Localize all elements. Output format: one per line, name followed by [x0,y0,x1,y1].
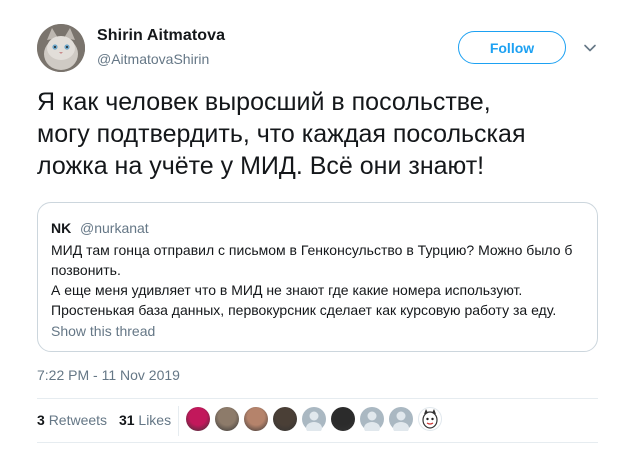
quoted-author-name: NK [51,220,72,236]
retweets-label: Retweets [48,412,108,428]
author-name[interactable]: Shirin Aitmatova [97,27,225,45]
quoted-author-handle: @nurkanat [80,220,149,236]
follow-button[interactable]: Follow [458,31,566,64]
author-handle[interactable]: @AitmatovaShirin [97,51,209,67]
stats-divider [178,406,179,436]
show-thread-link[interactable]: Show this thread [51,323,155,339]
liker-4-avatar[interactable] [273,407,297,431]
liker-9-avatar[interactable] [418,407,442,431]
quoted-line: МИД там гонца отправил с письмом в Генко… [51,242,573,258]
retweets-count: 3 [37,412,45,428]
tweet-line: ложка на учёте у МИД. Всё они знают! [37,152,485,180]
quoted-line: Простенькая база данных, первокурсник сд… [51,302,557,318]
chevron-down-icon[interactable] [582,40,598,56]
tweet-line: Я как человек выросший в посольстве, [37,88,491,116]
quoted-tweet-text: МИД там гонца отправил с письмом в Генко… [51,240,586,320]
divider [37,442,598,443]
quoted-line: позвонить. [51,262,121,278]
divider [37,398,598,399]
tweet-text: Я как человек выросший в посольстве, мог… [37,86,607,182]
retweets-link[interactable]: 3 Retweets [37,412,107,428]
quoted-line: А еще меня удивляет что в МИД не знают г… [51,282,523,298]
liker-1-avatar[interactable] [186,407,210,431]
liker-5-avatar[interactable] [302,407,326,434]
author-avatar[interactable] [37,24,85,72]
likes-link[interactable]: 31 Likes [119,412,171,428]
likes-count: 31 [118,412,135,428]
liker-8-avatar[interactable] [389,407,413,434]
cat-avatar-icon [37,24,85,72]
liker-2-avatar[interactable] [215,407,239,431]
tweet-timestamp[interactable]: 7:22 PM - 11 Nov 2019 [37,367,180,383]
liker-3-avatar[interactable] [244,407,268,431]
liker-6-avatar[interactable] [331,407,355,431]
liker-7-avatar[interactable] [360,407,384,434]
engagement-stats: 3 Retweets 31 Likes [37,412,171,428]
quoted-tweet[interactable]: NK @nurkanat МИД там гонца отправил с пи… [37,202,598,352]
tweet-line: могу подтвердить, что каждая посольская [37,120,526,148]
likes-label: Likes [138,412,172,428]
